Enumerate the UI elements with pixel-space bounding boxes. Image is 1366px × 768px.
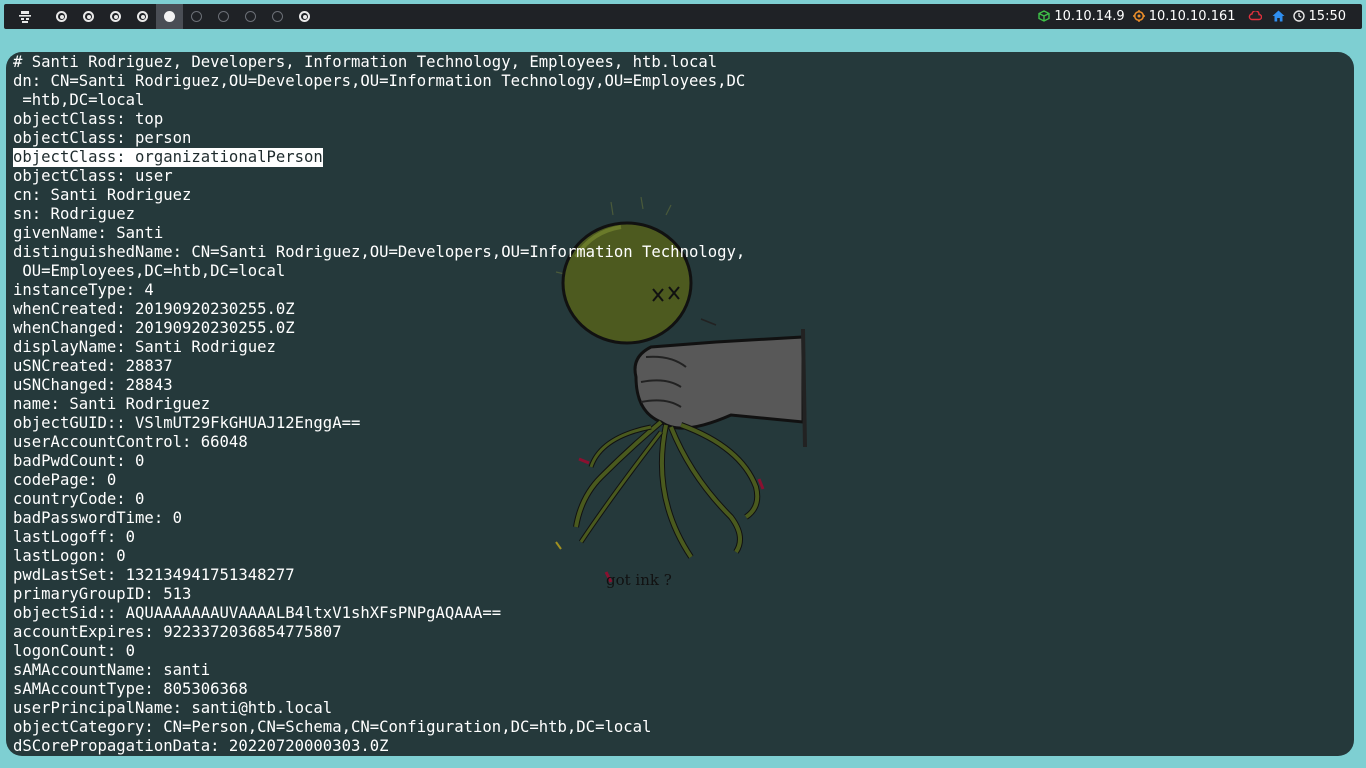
home-icon [1272,10,1285,24]
terminal-line: name: Santi Rodriguez [13,395,211,413]
terminal-line: accountExpires: 9223372036854775807 [13,623,342,641]
terminal-line: whenChanged: 20190920230255.0Z [13,319,295,337]
terminal-line: dn: CN=Santi Rodriguez,OU=Developers,OU=… [13,72,746,90]
terminal-line: objectClass: top [13,110,164,128]
vpn-ip-indicator: 10.10.14.9 [1038,9,1125,24]
workspace-4[interactable] [129,4,156,29]
terminal-line: badPwdCount: 0 [13,452,145,470]
terminal-window[interactable]: got ink ? # Santi Rodriguez, Developers,… [6,52,1354,756]
terminal-line: objectClass: person [13,129,192,147]
terminal-line: logonCount: 0 [13,642,136,660]
terminal-line: objectClass: organizationalPerson [13,148,323,167]
workspace-6[interactable] [183,4,210,29]
terminal-line: cn: Santi Rodriguez [13,186,192,204]
terminal-line: givenName: Santi [13,224,164,242]
clock-icon [1292,9,1305,24]
workspace-8[interactable] [237,4,264,29]
workspace-3[interactable] [102,4,129,29]
workspace-dot-icon [191,11,202,22]
terminal-line: pwdLastSet: 132134941751348277 [13,566,295,584]
cube-icon [1038,9,1051,24]
terminal-line: # Santi Rodriguez, Developers, Informati… [13,53,718,71]
terminal-line: distinguishedName: CN=Santi Rodriguez,OU… [13,243,746,261]
terminal-line: objectCategory: CN=Person,CN=Schema,CN=C… [13,718,652,736]
terminal-line: whenCreated: 20190920230255.0Z [13,300,295,318]
workspace-dot-icon [245,11,256,22]
workspace-list [48,4,318,29]
terminal-line: sAMAccountName: santi [13,661,211,679]
terminal-line: primaryGroupID: 513 [13,585,192,603]
terminal-line: objectSid:: AQUAAAAAAAUVAAAALB4ltxV1shXF… [13,604,502,622]
terminal-line: OU=Employees,DC=htb,DC=local [13,262,286,280]
terminal-line: sAMAccountType: 805306368 [13,680,248,698]
hacker-logo-icon[interactable] [14,4,36,29]
terminal-line: lastLogoff: 0 [13,528,136,546]
terminal-line: =htb,DC=local [13,91,145,109]
terminal-line: codePage: 0 [13,471,117,489]
terminal-line: uSNCreated: 28837 [13,357,173,375]
cloud-icon [1248,9,1262,23]
workspace-5[interactable] [156,4,183,29]
terminal-line: userPrincipalName: santi@htb.local [13,699,333,717]
workspace-7[interactable] [210,4,237,29]
terminal-line: sn: Rodriguez [13,205,136,223]
target-ip-text: 10.10.10.161 [1148,9,1236,24]
cloud-indicator[interactable] [1248,9,1262,23]
workspace-10[interactable] [291,4,318,29]
terminal-line: lastLogon: 0 [13,547,126,565]
workspace-1[interactable] [48,4,75,29]
workspace-dot-icon [218,11,229,22]
terminal-line: objectGUID:: VSlmUT29FkGHUAJ12EnggA== [13,414,361,432]
workspace-dot-icon [272,11,283,22]
workspace-9[interactable] [264,4,291,29]
terminal-line: badPasswordTime: 0 [13,509,182,527]
terminal-line: dSCorePropagationData: 20220720000303.0Z [13,737,389,755]
vpn-ip-text: 10.10.14.9 [1054,9,1125,24]
target-ip-indicator: 10.10.10.161 [1132,9,1236,24]
terminal-line: countryCode: 0 [13,490,145,508]
workspace-dot-icon [299,11,310,22]
terminal-output[interactable]: # Santi Rodriguez, Developers, Informati… [13,53,745,756]
workspace-dot-icon [110,11,121,22]
terminal-line: uSNChanged: 28843 [13,376,173,394]
clock-text: 15:50 [1308,9,1346,24]
terminal-line: displayName: Santi Rodriguez [13,338,276,356]
workspace-dot-icon [56,11,67,22]
target-icon [1132,9,1145,24]
workspace-dot-icon [137,11,148,22]
home-indicator[interactable] [1272,10,1285,24]
workspace-2[interactable] [75,4,102,29]
terminal-line: instanceType: 4 [13,281,154,299]
clock-indicator: 15:50 [1292,9,1346,24]
top-status-bar: 10.10.14.9 10.10.10.161 15:50 [4,4,1362,29]
terminal-line: objectClass: user [13,167,173,185]
workspace-dot-icon [164,11,175,22]
workspace-dot-icon [83,11,94,22]
terminal-line: userAccountControl: 66048 [13,433,248,451]
